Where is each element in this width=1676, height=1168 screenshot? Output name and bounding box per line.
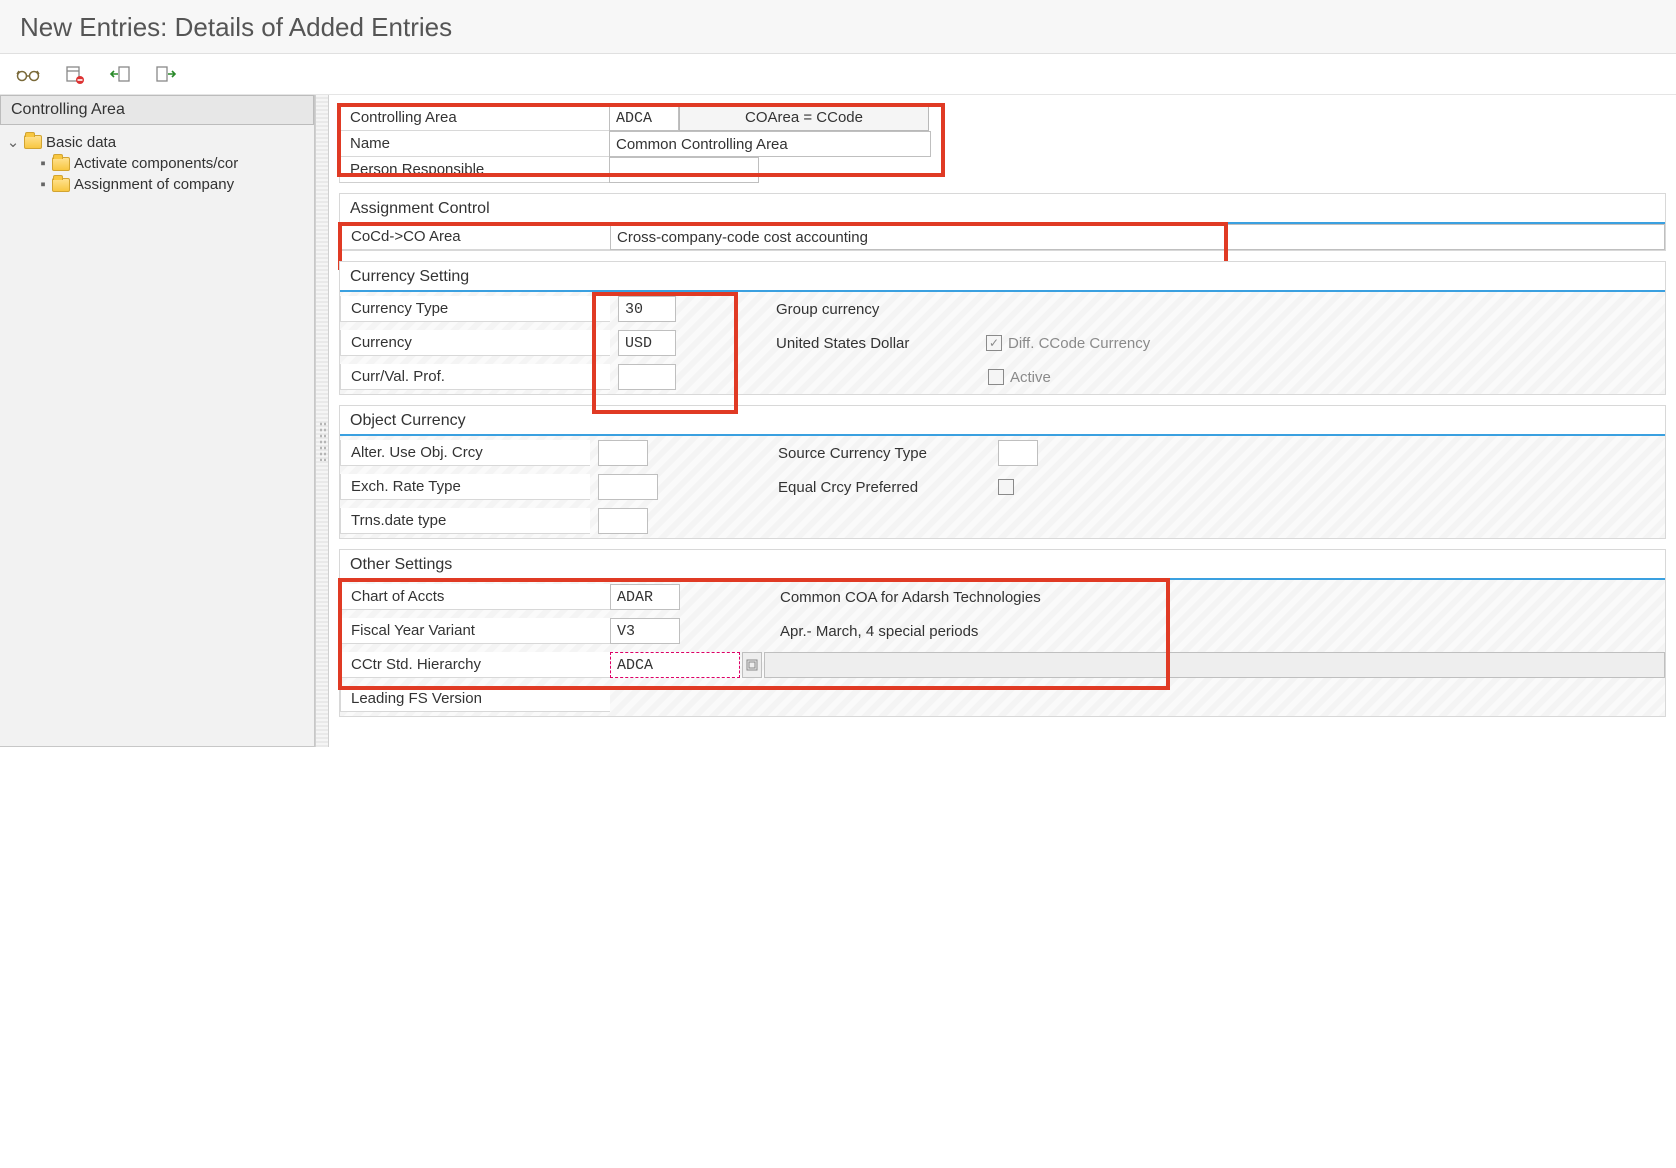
currency-label: Currency <box>340 330 610 356</box>
active-checkbox <box>988 369 1004 385</box>
object-currency-group: Object Currency Alter. Use Obj. Crcy Sou… <box>339 405 1666 539</box>
folder-icon <box>24 135 42 149</box>
fiscal-year-variant-label: Fiscal Year Variant <box>340 618 610 644</box>
source-currency-label: Source Currency Type <box>768 441 998 466</box>
chart-of-accts-label: Chart of Accts <box>340 584 610 610</box>
navigation-tree: Controlling Area ⌄ Basic data ▪ Activate… <box>0 95 315 747</box>
folder-icon <box>52 178 70 192</box>
leading-fs-version-label: Leading FS Version <box>340 686 610 712</box>
bullet-icon: ▪ <box>38 176 48 193</box>
group-title: Other Settings <box>340 550 1665 580</box>
curr-val-prof-label: Curr/Val. Prof. <box>340 364 610 390</box>
glasses-icon[interactable] <box>14 62 42 86</box>
trns-date-type-label: Trns.date type <box>340 508 590 534</box>
tree-child-label: Assignment of company <box>74 176 234 193</box>
splitter-handle[interactable] <box>315 95 329 747</box>
alter-use-obj-input[interactable] <box>598 440 648 466</box>
cocd-co-area-input[interactable]: Cross-company-code cost accounting <box>610 224 1665 250</box>
fiscal-year-variant-desc: Apr.- March, 4 special periods <box>770 619 988 644</box>
group-title: Object Currency <box>340 406 1665 436</box>
caret-down-icon[interactable]: ⌄ <box>6 133 20 151</box>
currency-desc: United States Dollar <box>766 331 986 356</box>
tree-child-1[interactable]: ▪ Assignment of company <box>4 174 310 195</box>
source-currency-input[interactable] <box>998 440 1038 466</box>
trns-date-type-input[interactable] <box>598 508 648 534</box>
tree-root-label: Basic data <box>46 134 116 151</box>
exch-rate-type-input[interactable] <box>598 474 658 500</box>
active-label: Active <box>1010 369 1051 386</box>
tree-root[interactable]: ⌄ Basic data <box>4 131 310 153</box>
currency-type-desc: Group currency <box>766 297 889 322</box>
equal-crcy-label: Equal Crcy Preferred <box>768 475 998 500</box>
person-responsible-label: Person Responsible <box>339 157 609 183</box>
controlling-area-input[interactable]: ADCA <box>609 105 679 131</box>
person-responsible-input[interactable] <box>609 157 759 183</box>
other-settings-group: Other Settings Chart of Accts ADAR Commo… <box>339 549 1666 717</box>
name-input[interactable]: Common Controlling Area <box>609 131 931 157</box>
name-label: Name <box>339 131 609 157</box>
cctr-std-hierarchy-input[interactable]: ADCA <box>610 652 740 678</box>
chart-of-accts-desc: Common COA for Adarsh Technologies <box>770 585 1051 610</box>
controlling-area-label: Controlling Area <box>339 105 609 131</box>
folder-icon <box>52 157 70 171</box>
bullet-icon: ▪ <box>38 155 48 172</box>
toolbar <box>0 54 1676 95</box>
page-title: New Entries: Details of Added Entries <box>0 0 1676 54</box>
assignment-control-group: Assignment Control CoCd->CO Area Cross-c… <box>339 193 1666 251</box>
currency-input[interactable]: USD <box>618 330 676 356</box>
diff-ccode-checkbox <box>986 335 1002 351</box>
diff-ccode-label: Diff. CCode Currency <box>1008 335 1150 352</box>
equal-crcy-checkbox[interactable] <box>998 479 1014 495</box>
cocd-co-area-label: CoCd->CO Area <box>340 224 610 250</box>
tree-child-label: Activate components/cor <box>74 155 238 172</box>
cctr-std-hierarchy-label: CCtr Std. Hierarchy <box>340 652 610 678</box>
exch-rate-type-label: Exch. Rate Type <box>340 474 590 500</box>
tree-header: Controlling Area <box>0 95 314 125</box>
prev-entry-icon[interactable] <box>106 62 134 86</box>
coarea-ccode-button[interactable]: COArea = CCode <box>679 105 929 131</box>
group-title: Assignment Control <box>340 194 1665 224</box>
cctr-desc-readonly <box>764 652 1665 678</box>
chart-of-accts-input[interactable]: ADAR <box>610 584 680 610</box>
value-help-icon[interactable] <box>742 652 762 678</box>
alter-use-obj-label: Alter. Use Obj. Crcy <box>340 440 590 466</box>
form-panel: Controlling Area ADCA COArea = CCode Nam… <box>329 95 1676 747</box>
currency-type-input[interactable]: 30 <box>618 296 676 322</box>
curr-val-prof-input[interactable] <box>618 364 676 390</box>
tree-child-0[interactable]: ▪ Activate components/cor <box>4 153 310 174</box>
next-entry-icon[interactable] <box>152 62 180 86</box>
currency-type-label: Currency Type <box>340 296 610 322</box>
group-title: Currency Setting <box>340 262 1665 292</box>
currency-setting-group: Currency Setting Currency Type 30 Group … <box>339 261 1666 395</box>
fiscal-year-variant-input[interactable]: V3 <box>610 618 680 644</box>
delete-icon[interactable] <box>60 62 88 86</box>
